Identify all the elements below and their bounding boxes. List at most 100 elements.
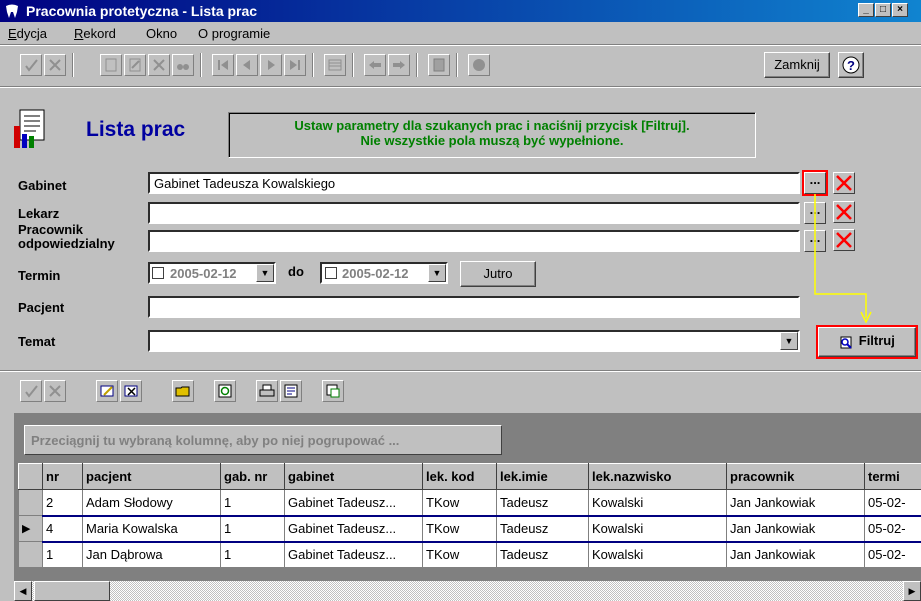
close-button[interactable]: Zamknij — [764, 52, 830, 78]
date-from-checkbox[interactable] — [152, 267, 164, 279]
scroll-thumb[interactable] — [34, 581, 110, 601]
pacjent-field[interactable] — [148, 296, 800, 318]
table-cell[interactable]: Gabinet Tadeusz... — [284, 541, 423, 568]
prev-record-icon[interactable] — [236, 54, 258, 76]
table-cell[interactable]: TKow — [422, 514, 497, 543]
column-header[interactable]: lek. kod — [422, 463, 497, 490]
table-cell[interactable]: 2 — [42, 489, 83, 516]
column-header[interactable]: gab. nr — [220, 463, 285, 490]
binoculars-icon[interactable] — [172, 54, 194, 76]
table-view-icon[interactable] — [324, 54, 346, 76]
table-cell[interactable]: Jan Jankowiak — [726, 489, 865, 516]
table-cell[interactable]: Kowalski — [588, 489, 727, 516]
export-icon[interactable] — [322, 380, 344, 402]
report-icon[interactable] — [428, 54, 450, 76]
table-cell[interactable]: Tadeusz — [496, 489, 589, 516]
table-cell[interactable]: 4 — [42, 514, 83, 543]
separator — [312, 53, 314, 77]
hint-box: Ustaw parametry dla szukanych prac i nac… — [228, 112, 756, 158]
minimize-button[interactable]: _ — [858, 3, 874, 17]
table-cell[interactable]: Tadeusz — [496, 541, 589, 568]
temat-dropdown-icon[interactable]: ▼ — [780, 332, 798, 350]
date-to-checkbox[interactable] — [325, 267, 337, 279]
toolbar-bottom-line — [0, 86, 921, 88]
table-cell[interactable]: TKow — [422, 541, 497, 568]
table-cell[interactable]: Jan Dąbrowa — [82, 541, 221, 568]
scroll-right-icon[interactable]: ▶ — [903, 581, 921, 601]
last-record-icon[interactable] — [284, 54, 306, 76]
table-row[interactable]: 2 Adam Słodowy 1 Gabinet Tadeusz... TKow Tade… — [18, 489, 921, 516]
group-by-area[interactable]: Przeciągnij tu wybraną kolumnę, aby po n… — [24, 425, 502, 455]
grid-approve-icon[interactable] — [20, 380, 42, 402]
edit-row-icon[interactable] — [96, 380, 118, 402]
table-cell[interactable]: 05-02- — [864, 514, 921, 543]
table-row[interactable]: ▶ 4 Maria Kowalska 1 Gabinet Tadeusz... TKow T… — [18, 514, 921, 543]
delete-row-icon[interactable] — [120, 380, 142, 402]
table-cell[interactable]: Adam Słodowy — [82, 489, 221, 516]
menu-okno[interactable]: Okno — [146, 26, 177, 41]
cancel-icon[interactable] — [44, 54, 66, 76]
table-cell[interactable]: Tadeusz — [496, 514, 589, 543]
close-window-button[interactable]: × — [892, 3, 908, 17]
date-from-dropdown-icon[interactable]: ▼ — [256, 264, 274, 282]
menu-rekord[interactable]: Rekord — [74, 26, 116, 41]
table-cell[interactable]: Gabinet Tadeusz... — [284, 514, 423, 543]
back-icon[interactable] — [364, 54, 386, 76]
print-icon[interactable] — [256, 380, 278, 402]
next-record-icon[interactable] — [260, 54, 282, 76]
edit-record-icon[interactable] — [124, 54, 146, 76]
new-record-icon[interactable] — [100, 54, 122, 76]
menu-edycja[interactable]: Edycja — [8, 26, 47, 41]
open-folder-icon[interactable] — [172, 380, 194, 402]
column-header[interactable]: pacjent — [82, 463, 221, 490]
filtruj-button[interactable]: Filtruj — [816, 325, 918, 359]
grid-header-row: nr pacjent gab. nr gabinet lek. kod lek.imie l… — [18, 463, 921, 490]
table-cell[interactable]: Kowalski — [588, 541, 727, 568]
data-grid: Przeciągnij tu wybraną kolumnę, aby po n… — [14, 413, 921, 601]
grid-cancel-icon[interactable] — [44, 380, 66, 402]
row-indicator[interactable]: ▶ — [18, 515, 43, 542]
table-row[interactable]: 1 Jan Dąbrowa 1 Gabinet Tadeusz... TKow Tadeu… — [18, 541, 921, 568]
row-indicator[interactable] — [18, 489, 43, 516]
refresh-icon[interactable] — [214, 380, 236, 402]
lekarz-field[interactable] — [148, 202, 800, 224]
column-header[interactable]: nr — [42, 463, 83, 490]
pracownik-field[interactable] — [148, 230, 800, 252]
first-record-icon[interactable] — [212, 54, 234, 76]
date-to-value: 2005-02-12 — [342, 266, 409, 281]
table-cell[interactable]: Jan Jankowiak — [726, 541, 865, 568]
temat-combo[interactable] — [148, 330, 800, 352]
menu-o-programie[interactable]: O programie — [198, 26, 270, 41]
scroll-left-icon[interactable]: ◀ — [14, 581, 32, 601]
column-header[interactable]: termi — [864, 463, 921, 490]
menu-bar: Edycja Rekord Okno O programie — [0, 22, 921, 44]
column-header[interactable]: pracownik — [726, 463, 865, 490]
main-toolbar: Zamknij ? — [0, 46, 921, 86]
column-header[interactable]: lek.imie — [496, 463, 589, 490]
table-cell[interactable]: 1 — [220, 514, 285, 543]
approve-icon[interactable] — [20, 54, 42, 76]
table-cell[interactable]: Jan Jankowiak — [726, 514, 865, 543]
table-cell[interactable]: Kowalski — [588, 514, 727, 543]
delete-record-icon[interactable] — [148, 54, 170, 76]
properties-icon[interactable] — [280, 380, 302, 402]
globe-icon[interactable] — [468, 54, 490, 76]
gabinet-field[interactable]: Gabinet Tadeusza Kowalskiego — [148, 172, 800, 194]
table-cell[interactable]: 05-02- — [864, 489, 921, 516]
forward-icon[interactable] — [388, 54, 410, 76]
table-cell[interactable]: 05-02- — [864, 541, 921, 568]
table-cell[interactable]: 1 — [220, 541, 285, 568]
maximize-button[interactable]: □ — [875, 3, 891, 17]
table-cell[interactable]: 1 — [220, 489, 285, 516]
table-cell[interactable]: TKow — [422, 489, 497, 516]
column-header[interactable]: gabinet — [284, 463, 423, 490]
table-cell[interactable]: 1 — [42, 541, 83, 568]
table-cell[interactable]: Maria Kowalska — [82, 514, 221, 543]
jutro-button[interactable]: Jutro — [460, 261, 536, 287]
table-cell[interactable]: Gabinet Tadeusz... — [284, 489, 423, 516]
row-indicator[interactable] — [18, 541, 43, 568]
date-to-dropdown-icon[interactable]: ▼ — [428, 264, 446, 282]
column-header[interactable]: lek.nazwisko — [588, 463, 727, 490]
horizontal-scrollbar[interactable]: ◀ ▶ — [14, 581, 921, 601]
help-icon[interactable]: ? — [838, 52, 864, 78]
